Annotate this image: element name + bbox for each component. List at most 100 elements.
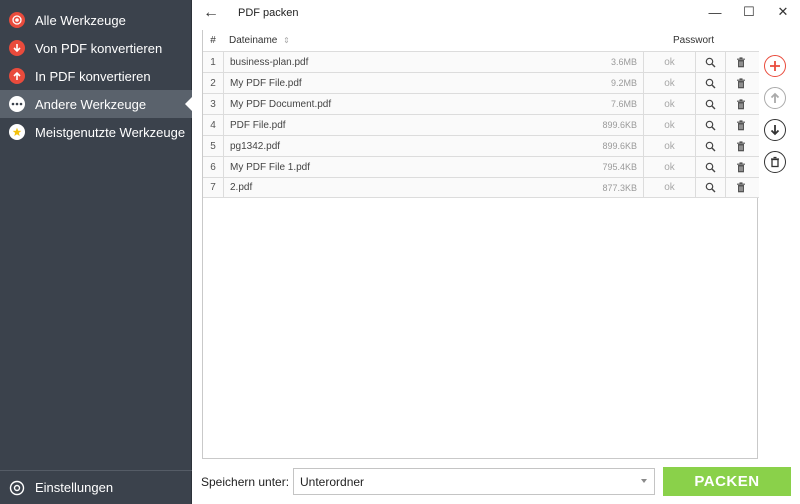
- move-down-button[interactable]: [764, 119, 786, 141]
- remove-file-button[interactable]: [726, 157, 756, 177]
- trash-icon: [736, 182, 746, 193]
- gear-icon: [9, 480, 25, 495]
- remove-file-button[interactable]: [726, 115, 756, 135]
- preview-button[interactable]: [696, 73, 726, 93]
- sidebar-item-label: Von PDF konvertieren: [35, 40, 163, 56]
- add-file-button[interactable]: [764, 55, 786, 77]
- save-location-label: Speichern unter:: [201, 475, 290, 489]
- file-name: My PDF File 1.pdf: [230, 161, 311, 173]
- star-icon: [9, 124, 25, 140]
- trash-icon: [736, 119, 746, 131]
- close-button[interactable]: ✕: [766, 0, 800, 24]
- sidebar-item-other-tools[interactable]: Andere Werkzeuge: [0, 90, 192, 118]
- remove-file-button[interactable]: [726, 178, 756, 197]
- file-size: 877.3KB: [602, 182, 637, 193]
- sidebar-item-most-used[interactable]: Meistgenutzte Werkzeuge: [0, 118, 192, 146]
- list-actions: [764, 55, 786, 183]
- more-icon: [9, 96, 25, 112]
- file-size: 795.4KB: [602, 162, 637, 172]
- arrow-down-icon: [770, 125, 780, 136]
- title-bar: ← PDF packen — ☐ ✕: [193, 0, 800, 26]
- file-table: # Dateiname ⇕ Passwort 1 business-plan.pd…: [202, 30, 759, 459]
- file-size: 7.6MB: [610, 99, 637, 109]
- magnifier-icon: [705, 162, 716, 173]
- delete-all-button[interactable]: [764, 151, 786, 173]
- file-size: 3.6MB: [610, 57, 637, 67]
- magnifier-icon: [705, 120, 716, 131]
- file-name-cell: 2.pdf 877.3KB: [224, 178, 644, 197]
- file-name: PDF File.pdf: [230, 119, 286, 131]
- file-size: 899.6KB: [602, 141, 637, 151]
- preview-button[interactable]: [696, 178, 726, 197]
- column-header-password: Passwort: [673, 35, 715, 46]
- minimize-button[interactable]: —: [698, 0, 732, 24]
- remove-file-button[interactable]: [726, 94, 756, 114]
- password-status: ok: [644, 52, 696, 72]
- column-header-number: #: [210, 35, 216, 46]
- sidebar-item-all-tools[interactable]: Alle Werkzeuge: [0, 6, 192, 34]
- password-status: ok: [644, 94, 696, 114]
- maximize-button[interactable]: ☐: [732, 0, 766, 24]
- magnifier-icon: [705, 182, 716, 193]
- back-arrow-icon[interactable]: ←: [196, 4, 226, 22]
- file-size: 9.2MB: [610, 78, 637, 88]
- file-name: business-plan.pdf: [230, 56, 309, 68]
- plus-icon: [770, 61, 780, 71]
- table-row[interactable]: 4 PDF File.pdf 899.6KB ok: [203, 114, 759, 135]
- settings-label: Einstellungen: [35, 480, 114, 495]
- chevron-down-icon: [641, 479, 647, 483]
- sidebar-item-label: Meistgenutzte Werkzeuge: [35, 124, 186, 140]
- column-header-filename[interactable]: Dateiname ⇕: [223, 35, 643, 46]
- trash-icon: [736, 140, 746, 152]
- table-body: 1 business-plan.pdf 3.6MB ok 2 My PDF File.pd…: [203, 51, 759, 198]
- remove-file-button[interactable]: [726, 52, 756, 72]
- password-status: ok: [644, 115, 696, 135]
- file-name: My PDF File.pdf: [230, 77, 302, 89]
- password-status: ok: [644, 136, 696, 156]
- row-number: 4: [203, 115, 224, 135]
- row-number: 2: [203, 73, 224, 93]
- row-number: 1: [203, 52, 224, 72]
- sidebar-item-to-pdf[interactable]: In PDF konvertieren: [0, 62, 192, 90]
- settings-button[interactable]: Einstellungen: [0, 470, 192, 504]
- sidebar-item-label: In PDF konvertieren: [35, 68, 151, 84]
- row-number: 3: [203, 94, 224, 114]
- file-name-cell: PDF File.pdf 899.6KB: [224, 115, 644, 135]
- magnifier-icon: [705, 141, 716, 152]
- save-location-select[interactable]: Unterordner: [293, 468, 655, 495]
- magnifier-icon: [705, 57, 716, 68]
- window-controls: — ☐ ✕: [698, 0, 800, 24]
- table-row[interactable]: 1 business-plan.pdf 3.6MB ok: [203, 51, 759, 72]
- table-row[interactable]: 3 My PDF Document.pdf 7.6MB ok: [203, 93, 759, 114]
- password-status: ok: [644, 157, 696, 177]
- file-name: pg1342.pdf: [230, 140, 281, 152]
- sidebar-item-label: Alle Werkzeuge: [35, 12, 126, 28]
- table-row[interactable]: 2 My PDF File.pdf 9.2MB ok: [203, 72, 759, 93]
- table-row[interactable]: 5 pg1342.pdf 899.6KB ok: [203, 135, 759, 156]
- preview-button[interactable]: [696, 115, 726, 135]
- password-status: ok: [644, 73, 696, 93]
- arrow-up-icon: [9, 68, 25, 84]
- file-name-cell: pg1342.pdf 899.6KB: [224, 136, 644, 156]
- sidebar: Alle Werkzeuge Von PDF konvertieren In P…: [0, 0, 192, 504]
- file-name: 2.pdf: [230, 182, 253, 193]
- trash-icon: [736, 98, 746, 110]
- preview-button[interactable]: [696, 157, 726, 177]
- save-location-value: Unterordner: [300, 474, 365, 489]
- pack-button[interactable]: PACKEN: [663, 467, 791, 496]
- trash-icon: [736, 56, 746, 68]
- password-status: ok: [644, 178, 696, 197]
- remove-file-button[interactable]: [726, 73, 756, 93]
- page-title: PDF packen: [238, 7, 299, 19]
- preview-button[interactable]: [696, 52, 726, 72]
- preview-button[interactable]: [696, 94, 726, 114]
- file-name-cell: My PDF File 1.pdf 795.4KB: [224, 157, 644, 177]
- magnifier-icon: [705, 99, 716, 110]
- preview-button[interactable]: [696, 136, 726, 156]
- remove-file-button[interactable]: [726, 136, 756, 156]
- table-row[interactable]: 7 2.pdf 877.3KB ok: [203, 177, 759, 198]
- table-row[interactable]: 6 My PDF File 1.pdf 795.4KB ok: [203, 156, 759, 177]
- move-up-button[interactable]: [764, 87, 786, 109]
- file-name: My PDF Document.pdf: [230, 98, 332, 110]
- sidebar-item-from-pdf[interactable]: Von PDF konvertieren: [0, 34, 192, 62]
